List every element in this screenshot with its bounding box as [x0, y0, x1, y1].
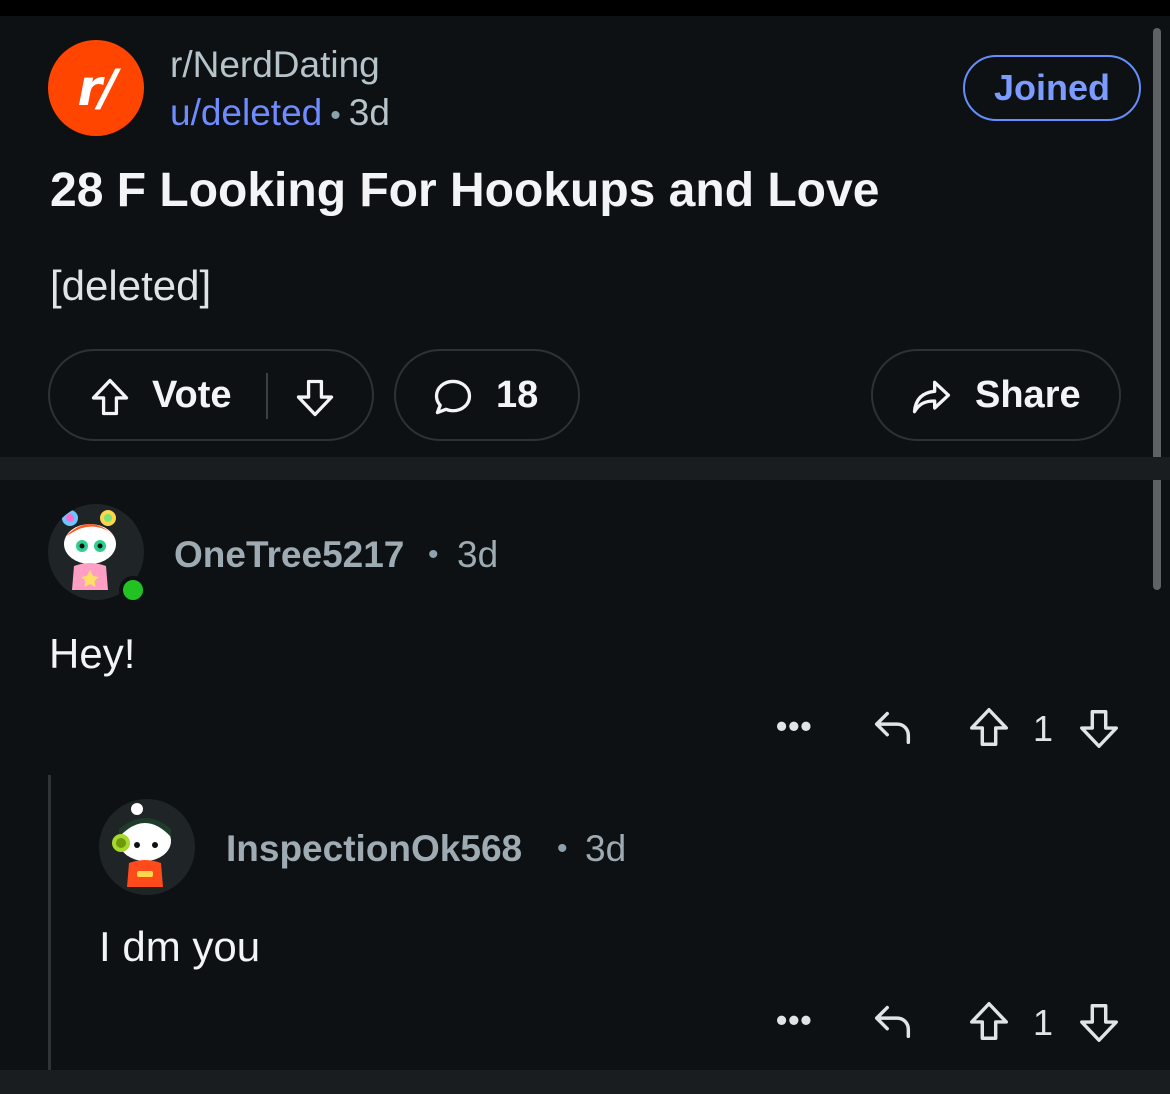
- comment-score: 1: [1033, 708, 1054, 749]
- comment-username[interactable]: InspectionOk568: [226, 828, 522, 870]
- reply-icon[interactable]: [870, 704, 916, 750]
- comment-age: 3d: [457, 534, 499, 575]
- comment-text: I dm you: [99, 923, 261, 970]
- comment-text: Hey!: [49, 630, 136, 677]
- online-indicator: [119, 576, 147, 604]
- meta-separator: •: [330, 99, 341, 132]
- downvote-icon[interactable]: [1076, 1000, 1122, 1046]
- comment-score: 1: [1033, 1002, 1054, 1043]
- comment-avatar[interactable]: [99, 799, 195, 895]
- share-button[interactable]: Share: [871, 349, 1121, 441]
- comment-age: 3d: [585, 828, 627, 869]
- comment-count: 18: [496, 374, 539, 416]
- share-icon: [912, 380, 951, 414]
- share-label: Share: [975, 374, 1081, 416]
- snoo-avatar-icon: [112, 803, 171, 887]
- post-title[interactable]: 28 F Looking For Hookups and Love: [50, 163, 879, 218]
- subreddit-avatar[interactable]: r/: [48, 40, 144, 136]
- subreddit-name[interactable]: r/NerdDating: [170, 44, 380, 86]
- status-strip: [0, 0, 1170, 16]
- upvote-icon[interactable]: [966, 998, 1012, 1044]
- vote-divider: [266, 373, 268, 419]
- more-options-icon[interactable]: •••: [776, 708, 813, 745]
- bottom-separator: [0, 1070, 1170, 1094]
- joined-button[interactable]: Joined: [963, 55, 1141, 121]
- post-age: 3d: [348, 92, 390, 133]
- vote-pill: Vote: [48, 349, 374, 441]
- comments-button[interactable]: 18: [394, 349, 580, 441]
- section-separator: [0, 457, 1170, 480]
- meta-separator: •: [557, 832, 568, 865]
- thread-line[interactable]: [48, 775, 51, 1070]
- comment-icon: [434, 379, 472, 415]
- more-options-icon[interactable]: •••: [776, 1002, 813, 1039]
- post-body: [deleted]: [50, 262, 212, 309]
- meta-separator: •: [428, 538, 439, 571]
- reply-icon[interactable]: [870, 998, 916, 1044]
- post-meta: u/deleted • 3d: [170, 92, 390, 134]
- scrollbar[interactable]: [1153, 28, 1161, 590]
- downvote-icon[interactable]: [1076, 706, 1122, 752]
- downvote-icon[interactable]: [293, 376, 337, 420]
- vote-label: Vote: [152, 374, 232, 416]
- post-author[interactable]: u/deleted: [170, 92, 322, 133]
- comment-username[interactable]: OneTree5217: [174, 534, 404, 576]
- upvote-icon[interactable]: [88, 375, 132, 419]
- subreddit-icon-text: r/: [77, 59, 118, 117]
- upvote-icon[interactable]: [966, 704, 1012, 750]
